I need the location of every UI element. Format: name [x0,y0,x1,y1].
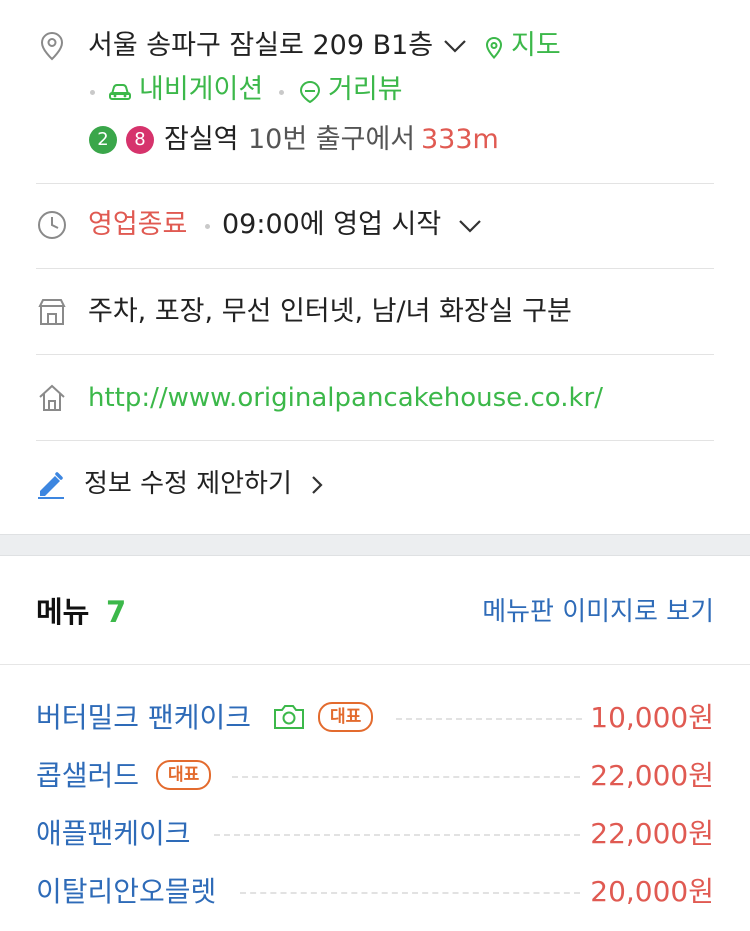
chevron-down-icon[interactable] [457,218,483,234]
dotted-leader [240,892,580,894]
menu-item-name[interactable]: 버터밀크 팬케이크 [36,701,251,735]
car-icon [109,84,131,100]
station-name: 잠실역 [164,124,239,155]
pencil-icon [38,472,64,499]
separator-dot [205,224,210,229]
divider [0,664,750,665]
hours-text: 09:00에 영업 시작 [222,209,442,240]
menu-item-name[interactable]: 이탈리안오믈렛 [36,875,216,909]
subway-line-8-badge: 8 [126,126,154,154]
separator-dot [279,90,284,95]
menu-item-price: 20,000원 [590,875,714,908]
menu-item-price: 10,000원 [590,701,714,734]
section-gap [0,534,750,556]
divider [36,354,714,355]
menu-title: 메뉴 [36,595,90,629]
streetview-icon [299,80,321,104]
menu-board-link[interactable]: 메뉴판 이미지로 보기 [482,596,714,628]
separator-dot [90,90,95,95]
chevron-right-icon [312,476,323,494]
menu-item-price: 22,000원 [590,817,714,850]
amenities-text: 주차, 포장, 무선 인터넷, 남/녀 화장실 구분 [88,296,572,327]
menu-item-name[interactable]: 애플팬케이크 [36,817,191,851]
homepage-link[interactable]: http://www.originalpancakehouse.co.kr/ [88,382,603,414]
menu-item-name[interactable]: 콥샐러드 [36,759,139,793]
station-distance: 333m [421,124,499,155]
map-pin-icon [485,36,503,59]
navigation-link[interactable]: 내비게이션 [139,74,263,106]
home-icon [39,384,65,411]
store-icon [38,299,66,325]
divider [36,440,714,441]
signature-badge: 대표 [318,702,374,732]
map-label[interactable]: 지도 [511,30,561,62]
signature-badge: 대표 [156,760,212,790]
camera-icon [274,705,304,729]
dotted-leader [214,834,580,836]
location-pin-icon [40,31,64,61]
clock-icon [38,211,66,239]
chevron-down-icon[interactable] [442,38,468,54]
edit-suggestion-label[interactable]: 정보 수정 제안하기 [84,468,292,500]
divider [36,183,714,184]
subway-line-2-badge: 2 [89,126,117,154]
place-info-section: 서울 송파구 잠실로 209 B1층 지도 내비게이션 거리뷰 2 8 잠실역 … [0,0,750,534]
business-status: 영업종료 [88,209,188,240]
menu-count: 7 [106,595,127,629]
station-exit-text: 10번 출구에서 [248,124,416,155]
dotted-leader [232,776,580,778]
address-text: 서울 송파구 잠실로 209 B1층 [88,30,434,61]
dotted-leader [396,718,582,720]
divider [36,268,714,269]
streetview-link[interactable]: 거리뷰 [328,74,403,106]
menu-item-price: 22,000원 [590,759,714,792]
